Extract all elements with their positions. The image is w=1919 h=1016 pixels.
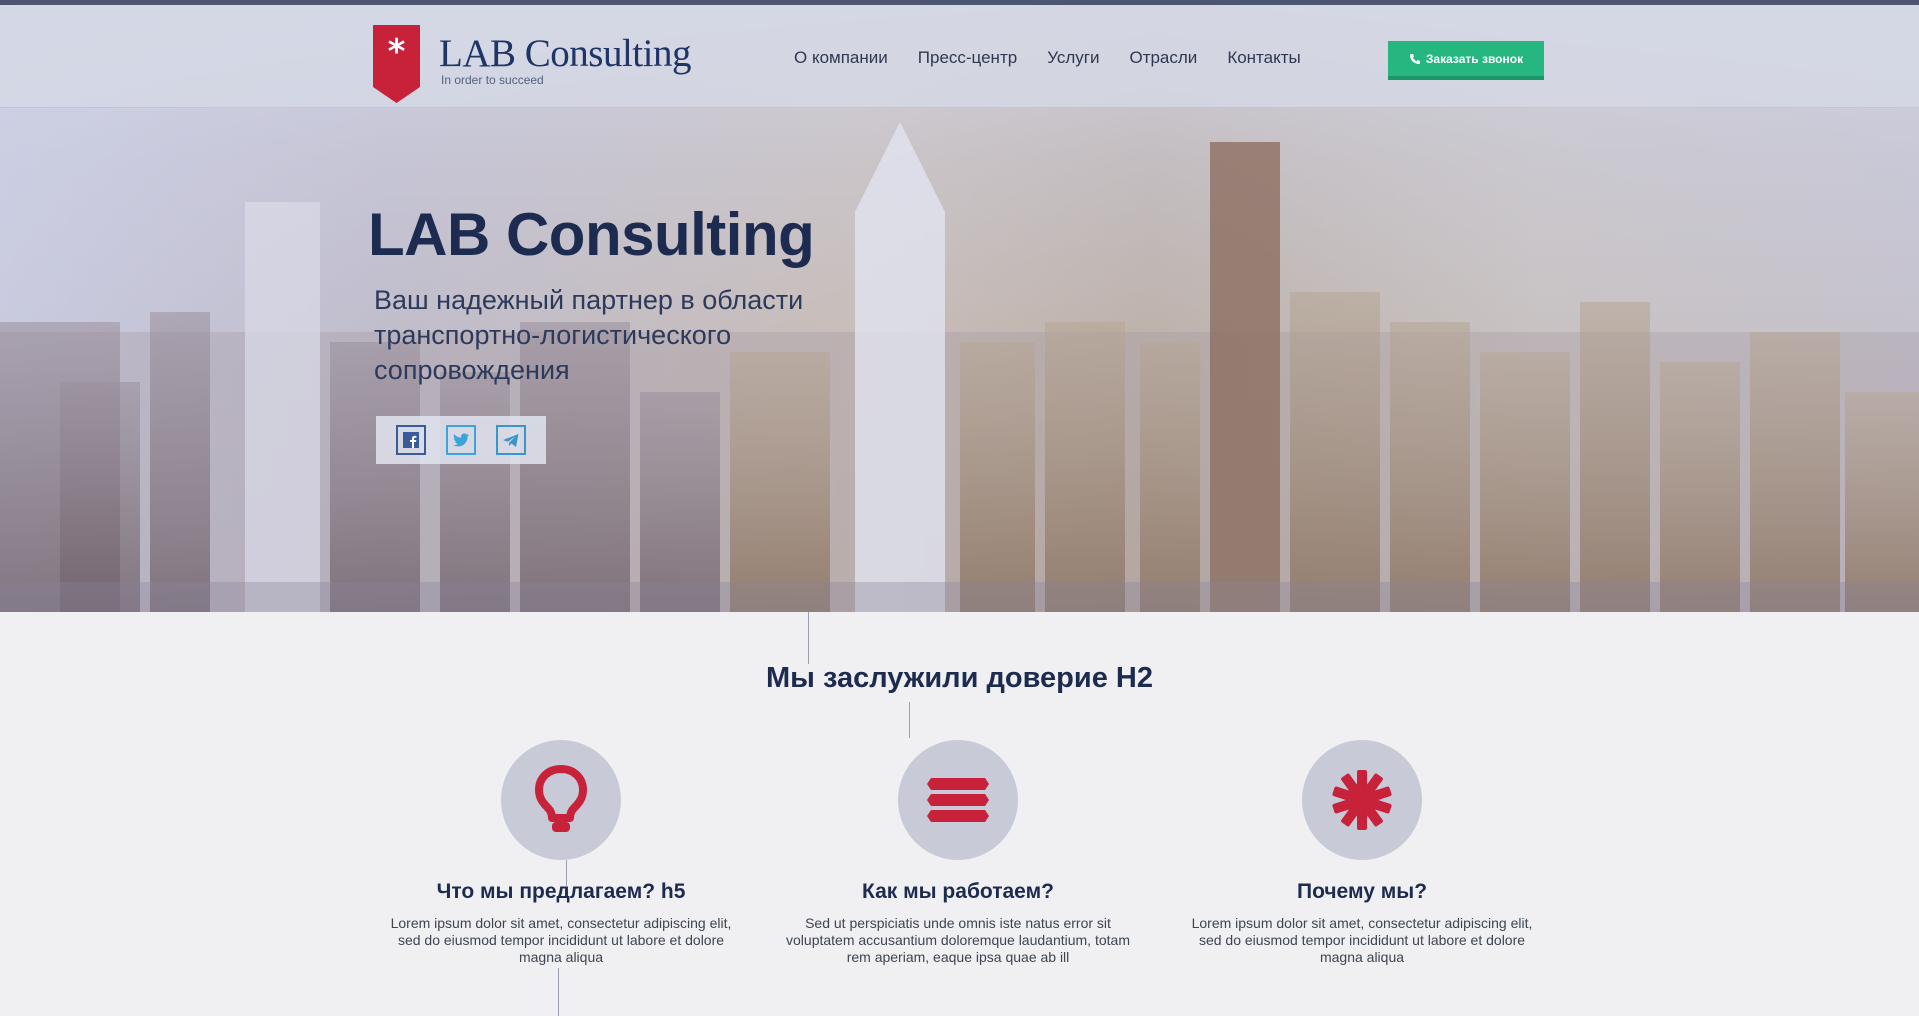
- feature-offer: Что мы предлагаем? h5 Lorem ipsum dolor …: [371, 740, 751, 966]
- layers-icon: [927, 778, 989, 822]
- order-call-label: Заказать звонок: [1425, 51, 1524, 66]
- phone-icon: [1409, 53, 1420, 64]
- nav-item-press[interactable]: Пресс-центр: [918, 48, 1017, 70]
- telegram-icon[interactable]: [496, 425, 526, 455]
- nav-item-industries[interactable]: Отрасли: [1129, 48, 1197, 70]
- feature-why: Почему мы? Lorem ipsum dolor sit amet, c…: [1172, 740, 1552, 966]
- section-title: Мы заслужили доверие H2: [766, 662, 1153, 694]
- nav-item-contacts[interactable]: Контакты: [1227, 48, 1300, 70]
- order-call-button[interactable]: Заказать звонок: [1388, 41, 1544, 80]
- hero-subtitle-line: Ваш надежный партнер в области: [374, 285, 804, 315]
- feature-how: Как мы работаем? Sed ut perspiciatis und…: [768, 740, 1148, 966]
- logo-title: LAB Consulting: [439, 32, 691, 75]
- feature-title: Почему мы?: [1296, 880, 1428, 903]
- twitter-icon[interactable]: [446, 425, 476, 455]
- feature-text: Lorem ipsum dolor sit amet, consectetur …: [1191, 915, 1533, 965]
- nav-item-services[interactable]: Услуги: [1047, 48, 1099, 70]
- decorative-line: [808, 612, 809, 664]
- logo[interactable]: * LAB Consulting In order to succeed: [373, 25, 691, 105]
- lightbulb-icon: [535, 765, 587, 832]
- feature-icon-circle: [1302, 740, 1422, 860]
- hero-subtitle-line: сопровождения: [374, 355, 570, 385]
- nav-item-about[interactable]: О компании: [794, 48, 888, 70]
- hero-subtitle-line: транспортно-логистического: [374, 320, 732, 350]
- asterisk-icon: [1332, 770, 1392, 830]
- hero-title: LAB Consulting: [368, 201, 815, 268]
- decorative-line: [909, 702, 910, 738]
- city-skyline-image: [0, 122, 1919, 612]
- hero-subtitle: Ваш надежный партнер в области транспорт…: [374, 283, 854, 388]
- logo-tagline: In order to succeed: [441, 73, 544, 87]
- feature-title: Что мы предлагаем? h5: [436, 880, 686, 903]
- feature-text: Sed ut perspiciatis unde omnis iste natu…: [786, 915, 1130, 965]
- feature-icon-circle: [898, 740, 1018, 860]
- social-links: [376, 416, 546, 464]
- feature-text: Lorem ipsum dolor sit amet, consectetur …: [390, 915, 732, 965]
- logo-asterisk-icon: *: [373, 25, 420, 103]
- facebook-icon[interactable]: [396, 425, 426, 455]
- feature-icon-circle: [501, 740, 621, 860]
- main-nav: О компании Пресс-центр Услуги Отрасли Ко…: [794, 48, 1301, 70]
- decorative-line: [558, 968, 559, 1016]
- feature-title: Как мы работаем?: [862, 880, 1054, 903]
- site-header: * LAB Consulting In order to succeed О к…: [0, 5, 1919, 108]
- svg-text:*: *: [388, 32, 406, 72]
